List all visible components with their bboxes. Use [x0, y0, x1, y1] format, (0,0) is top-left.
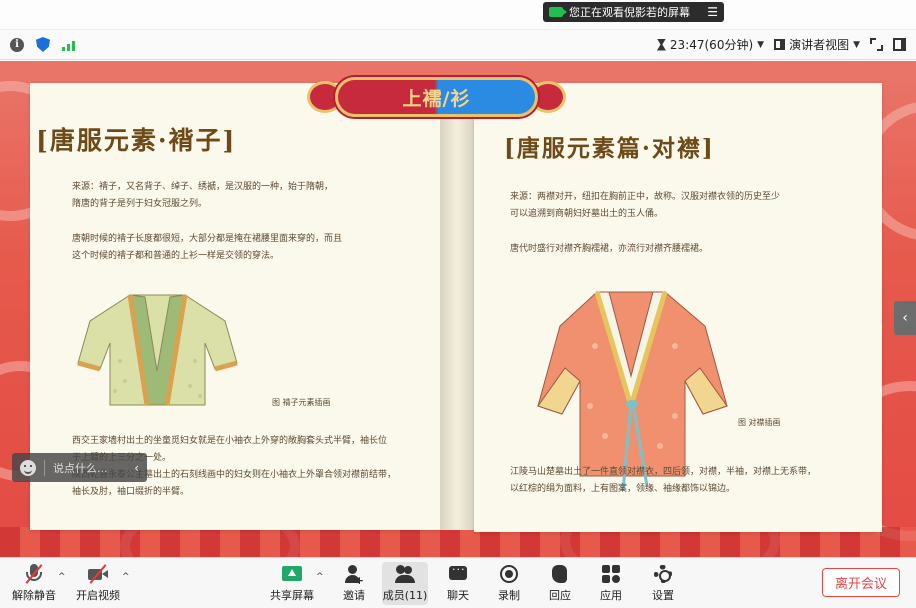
- next-page-arrow-icon[interactable]: ‹: [894, 301, 916, 335]
- chat-placeholder: 说点什么...: [53, 461, 108, 475]
- apps-grid-icon: [601, 564, 621, 584]
- view-mode-dropdown-icon[interactable]: ▼: [853, 40, 860, 50]
- network-signal-icon[interactable]: [62, 39, 75, 51]
- right-paragraph-2: 唐代时盛行对襟齐胸襦裙，亦流行对襟齐腰襦裙。: [510, 244, 709, 254]
- quick-chat-input[interactable]: 说点什么... ‹: [12, 453, 147, 482]
- share-banner-text: 您正在观看倪影若的屏幕: [569, 6, 690, 19]
- duijin-illustration: [537, 291, 728, 491]
- left-caption: 图 褙子元素插画: [272, 398, 331, 407]
- invite-button[interactable]: + 邀请: [336, 558, 372, 608]
- slide-title-banner: 上襦/衫: [303, 67, 570, 127]
- timer-dropdown-icon[interactable]: ▼: [757, 40, 764, 50]
- left-paragraph-2: 唐朝时候的褙子长度都很短，大部分都是掩在裙腰里面来穿的，而且 这个时候的褙子都和…: [72, 234, 343, 261]
- leave-meeting-button[interactable]: 离开会议: [822, 568, 900, 597]
- gear-icon: [653, 564, 673, 584]
- members-icon: [395, 564, 415, 584]
- video-off-icon: [88, 564, 108, 584]
- meeting-info-icon[interactable]: i: [10, 37, 24, 52]
- shared-slide: 上襦/衫 [唐服元素·褙子] 来源：褙子，又名背子、绰子、绣褫，是汉服的一种，始…: [0, 61, 916, 557]
- right-caption: 图 对襟插画: [738, 418, 781, 427]
- record-icon: [499, 564, 519, 584]
- record-button[interactable]: 录制: [491, 558, 527, 608]
- meeting-timer[interactable]: 23:47(60分钟) ▼: [656, 36, 764, 53]
- share-camera-icon: [549, 7, 567, 17]
- security-shield-icon[interactable]: [36, 37, 50, 52]
- viewing-share-banner[interactable]: 您正在观看倪影若的屏幕 ☰: [543, 2, 724, 22]
- apps-button[interactable]: 应用: [593, 558, 629, 608]
- right-heading: [唐服元素篇·对襟]: [504, 135, 715, 162]
- start-video-button[interactable]: 开启视频: [74, 558, 122, 608]
- right-paragraph-3: 江陵马山楚墓出土了一件直领对襟衣，四后领，对襟，半袖，对襟上无系带， 以红棕的绢…: [510, 467, 817, 494]
- video-options-icon[interactable]: ^: [122, 572, 130, 582]
- chat-button[interactable]: 聊天: [440, 558, 476, 608]
- members-button[interactable]: 成员(11): [382, 562, 428, 605]
- timer-text: 23:47(60分钟): [669, 38, 754, 52]
- book-gutter: [440, 83, 474, 530]
- share-menu-icon[interactable]: ☰: [707, 5, 718, 19]
- slide-title: 上襦/衫: [335, 77, 538, 117]
- left-heading: [唐服元素·褙子]: [36, 126, 237, 155]
- meeting-toolbar: 解除静音 ^ 开启视频 ^ 共享屏幕 ^ + 邀请 成员(11) 聊天 录制: [0, 557, 916, 608]
- beizi-illustration: [77, 294, 238, 406]
- add-person-icon: +: [344, 564, 364, 587]
- unmute-button[interactable]: 解除静音: [10, 558, 58, 608]
- audio-options-icon[interactable]: ^: [58, 572, 66, 582]
- share-screen-button[interactable]: 共享屏幕: [268, 558, 316, 608]
- side-panel-icon[interactable]: [893, 38, 906, 51]
- emoji-icon[interactable]: [20, 459, 36, 476]
- reaction-button[interactable]: 回应: [542, 558, 578, 608]
- view-mode-selector[interactable]: 演讲者视图 ▼: [774, 36, 860, 53]
- view-mode-label: 演讲者视图: [789, 38, 850, 52]
- meeting-window: 您正在观看倪影若的屏幕 ☰ i 23:47(60分钟) ▼ 演讲者视图 ▼ 上襦…: [0, 0, 916, 608]
- left-paragraph-1: 来源：褙子，又名背子、绰子、绣褫，是汉服的一种，始于隋朝， 隋唐的背子是列于妇女…: [72, 182, 334, 209]
- chat-icon: [448, 563, 468, 584]
- share-screen-icon: [282, 564, 302, 584]
- share-options-icon[interactable]: ^: [316, 572, 324, 582]
- status-bar: i 23:47(60分钟) ▼ 演讲者视图 ▼: [0, 30, 916, 60]
- top-strip: 您正在观看倪影若的屏幕 ☰: [0, 0, 916, 30]
- fullscreen-icon[interactable]: [870, 38, 883, 51]
- settings-button[interactable]: 设置: [645, 558, 681, 608]
- muted-mic-icon: [24, 564, 44, 584]
- hourglass-icon: [656, 38, 666, 51]
- raise-hand-icon: [550, 564, 570, 584]
- view-mode-icon: [774, 39, 786, 50]
- right-paragraph-1: 来源：两襟对开，纽扣在胸前正中，故称。汉服对襟衣领的历史至少 可以追溯到商朝妇好…: [510, 192, 781, 219]
- collapse-chat-icon[interactable]: ‹: [134, 461, 139, 475]
